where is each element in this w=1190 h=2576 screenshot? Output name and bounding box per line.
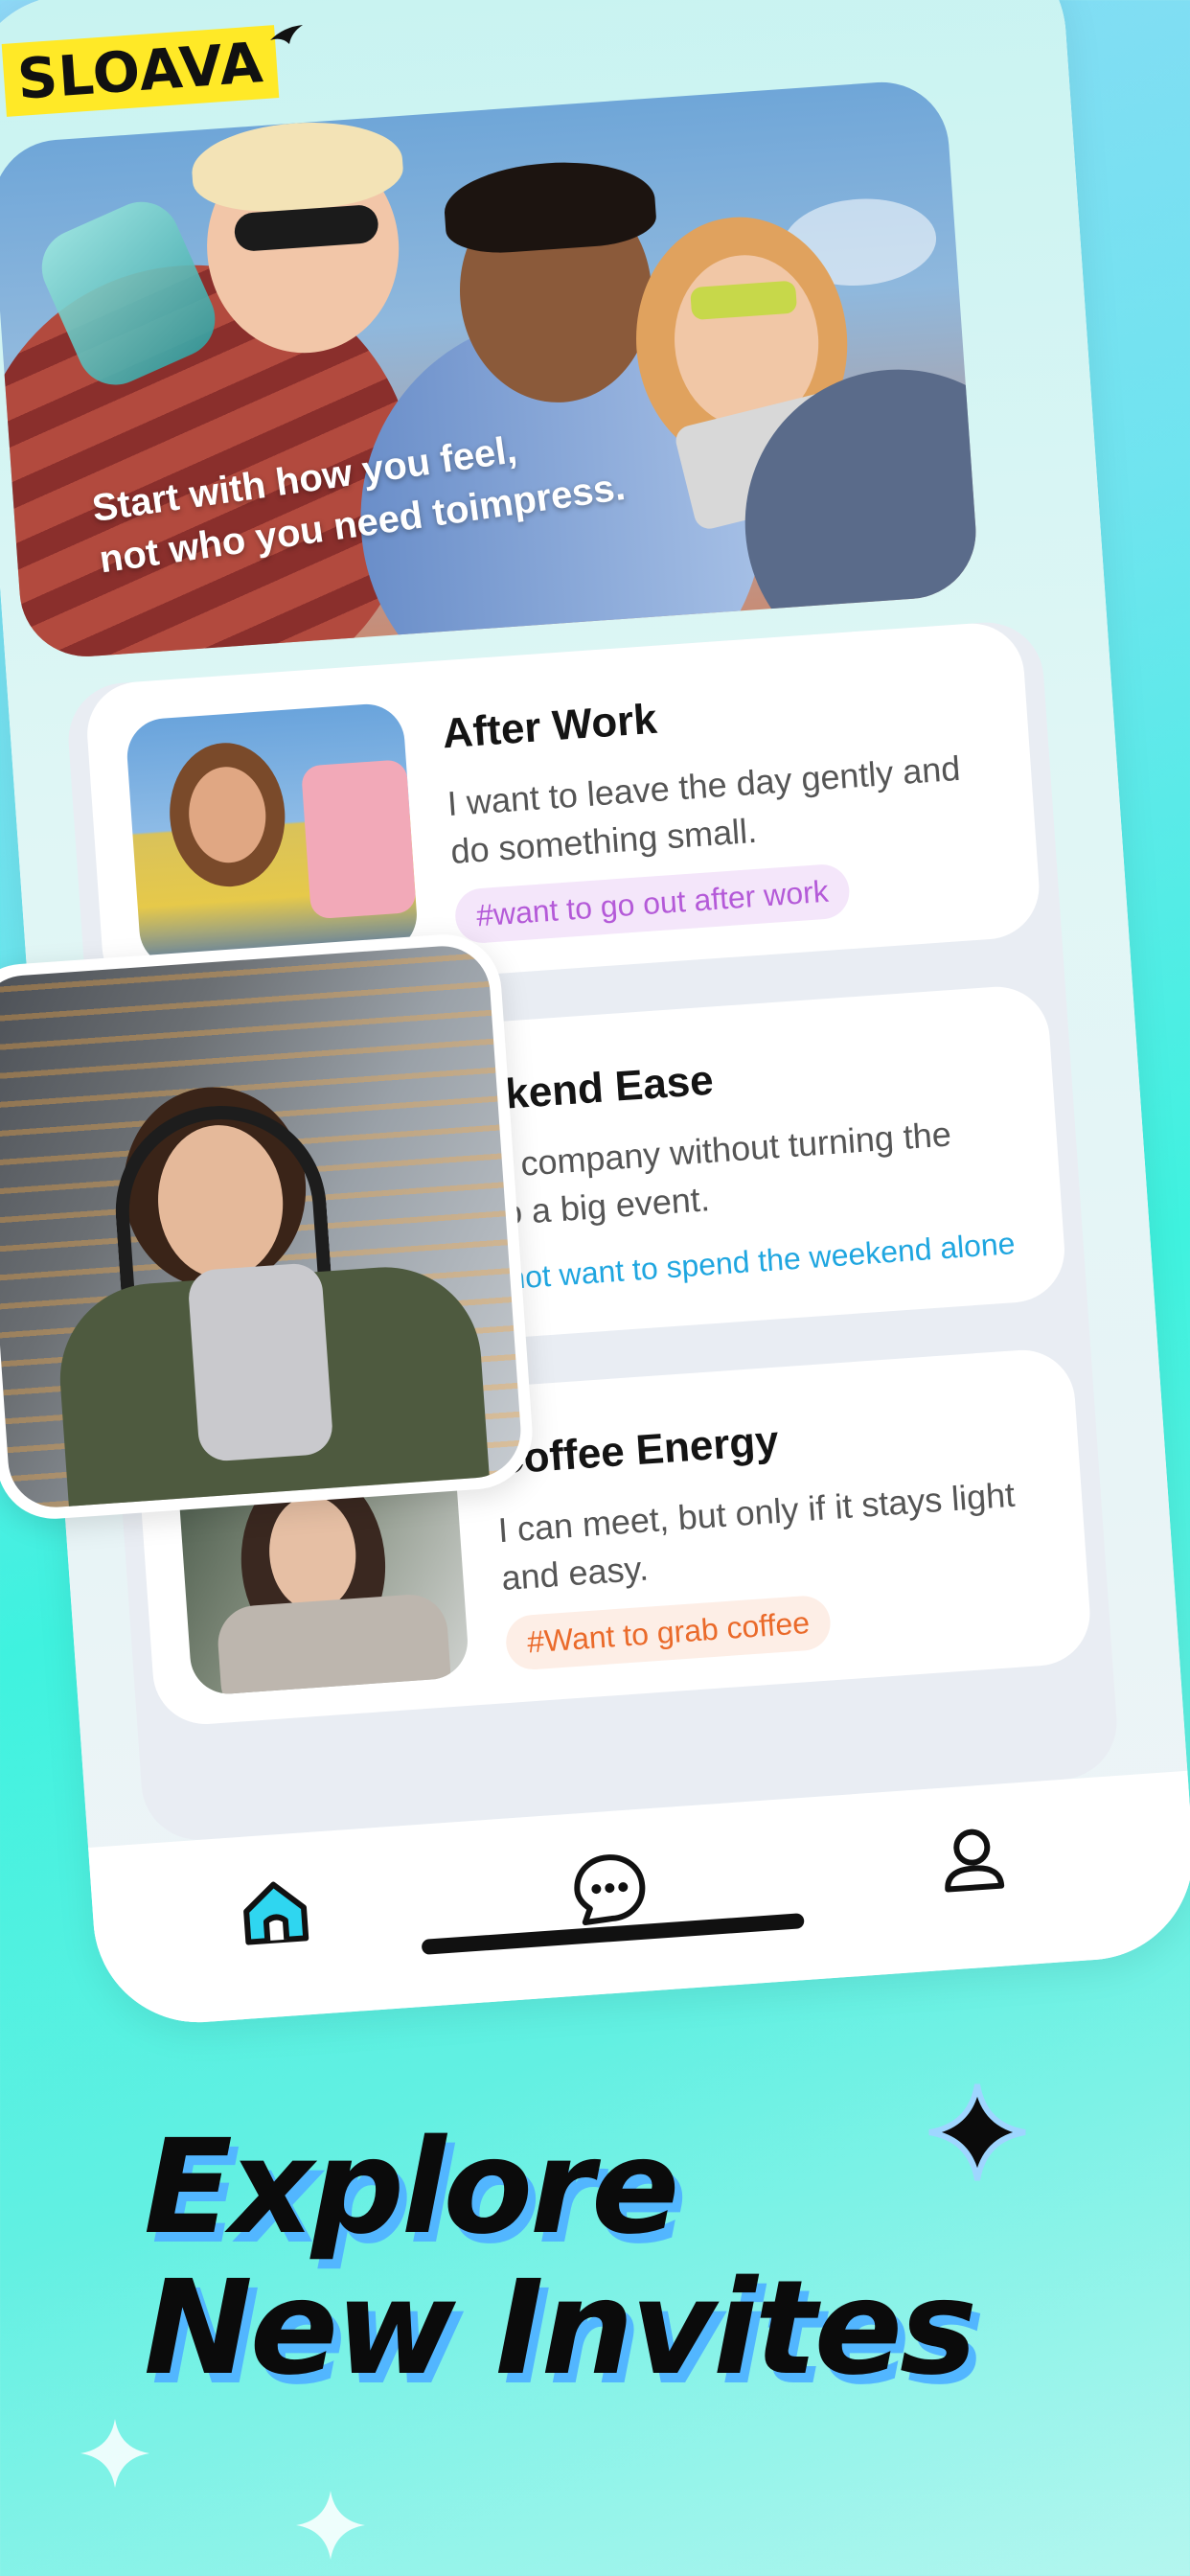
bird-icon — [270, 25, 303, 44]
hero-banner[interactable]: Start with how you feel, not who you nee… — [0, 78, 981, 661]
headline-line2: New Invites — [144, 2252, 977, 2404]
card-title: After Work — [441, 695, 659, 758]
sparkle-icon — [296, 2491, 365, 2560]
headline-line1: Explore — [144, 2112, 679, 2264]
card-tag[interactable]: #want to go out after work — [453, 862, 852, 945]
frii-cup-shape — [300, 759, 417, 920]
profile-icon[interactable] — [932, 1822, 1014, 1903]
card-title: Coffee Energy — [492, 1416, 781, 1484]
card-description: I want to leave the day gently and do so… — [446, 748, 962, 872]
sweater-shape — [215, 1592, 453, 1696]
sparkle-icon — [80, 2419, 149, 2488]
promo-headline: Explore New Invites — [144, 2112, 977, 2404]
featured-photo — [0, 942, 524, 1511]
home-icon[interactable] — [235, 1871, 316, 1952]
hoodie-shape — [187, 1261, 334, 1463]
invite-card-after-work[interactable]: After Work I want to leave the day gentl… — [83, 619, 1043, 1001]
card-description: ant company without turning the into a b… — [462, 1114, 953, 1236]
card-tag[interactable]: #Want to grab coffee — [504, 1594, 833, 1671]
sparkle-icon — [928, 2083, 1026, 2181]
chat-icon[interactable] — [569, 1847, 651, 1928]
card-description: I can meet, but only if it stays light a… — [496, 1474, 1017, 1598]
featured-photo-card[interactable] — [0, 931, 537, 1523]
invite-thumbnail — [125, 702, 420, 970]
